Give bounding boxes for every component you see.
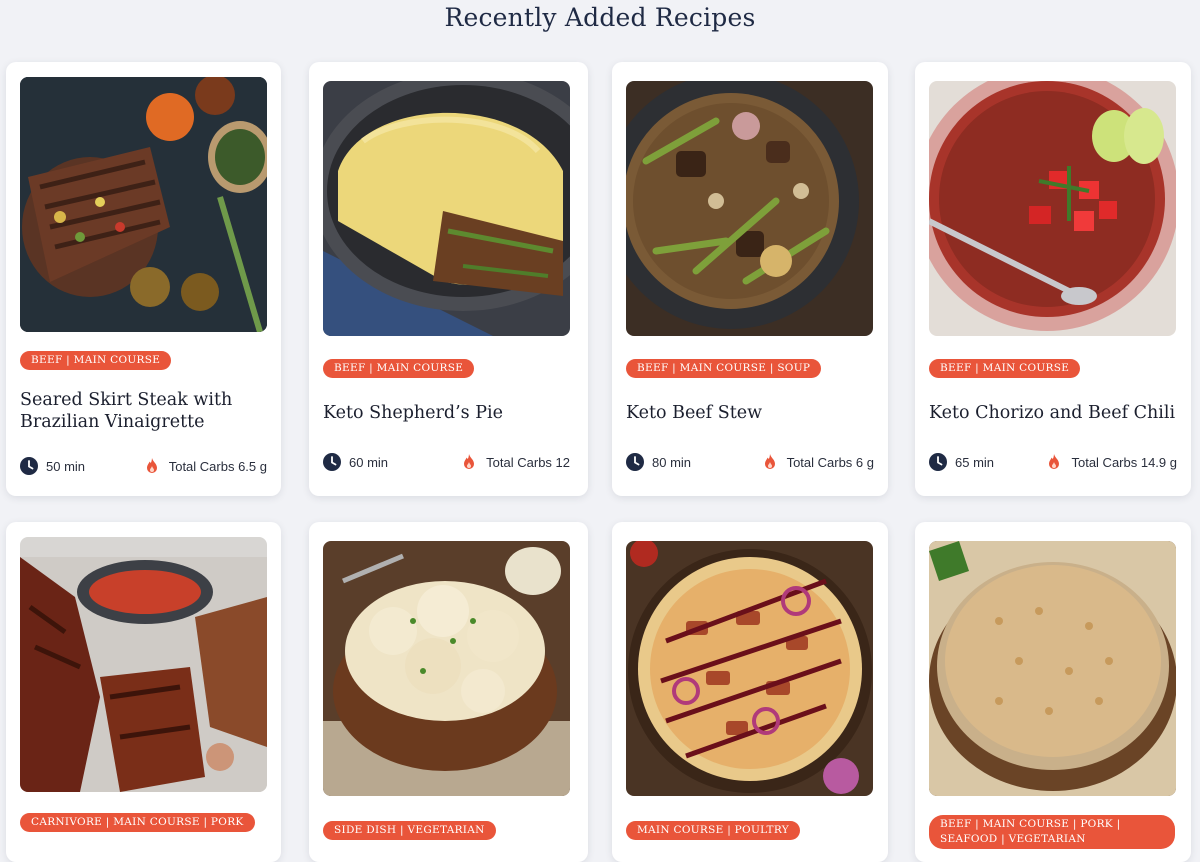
total-carbs: Total Carbs 6 g: [761, 453, 874, 471]
total-carbs: Total Carbs 6.5 g: [143, 457, 267, 475]
total-carbs: Total Carbs 14.9 g: [1045, 453, 1177, 471]
page-title: Recently Added Recipes: [444, 3, 756, 32]
cook-time: 60 min: [323, 453, 388, 471]
recipe-card[interactable]: Beef | Main Course Seared Skirt Steak wi…: [6, 62, 281, 496]
recipe-image[interactable]: [20, 77, 267, 332]
category-tags[interactable]: Beef | Main Course | Pork | Seafood | Ve…: [929, 815, 1175, 849]
cook-time: 50 min: [20, 457, 85, 475]
total-carbs-value: Total Carbs 14.9 g: [1071, 454, 1177, 470]
cook-time: 65 min: [929, 453, 994, 471]
flame-icon: [1045, 453, 1063, 471]
recipe-card[interactable]: Main Course | Poultry: [612, 522, 888, 862]
recipe-card[interactable]: Beef | Main Course | Pork | Seafood | Ve…: [915, 522, 1191, 862]
recipe-image[interactable]: [323, 81, 570, 336]
clock-icon: [323, 453, 341, 471]
clock-icon: [929, 453, 947, 471]
recipe-image[interactable]: [20, 537, 267, 792]
recipe-card[interactable]: Side Dish | Vegetarian: [309, 522, 588, 862]
category-tags[interactable]: Beef | Main Course: [929, 359, 1081, 378]
clock-icon: [626, 453, 644, 471]
recipe-image[interactable]: [929, 81, 1176, 336]
cook-time-value: 50 min: [46, 458, 86, 474]
recipe-title[interactable]: Seared Skirt Steak with Brazilian Vinaig…: [20, 389, 268, 433]
category-tags[interactable]: Beef | Main Course: [20, 351, 172, 370]
cook-time-value: 80 min: [652, 454, 692, 470]
total-carbs: Total Carbs 12: [460, 453, 570, 471]
flame-icon: [460, 453, 478, 471]
recipe-title[interactable]: Keto Shepherd’s Pie: [323, 402, 571, 424]
clock-icon: [20, 457, 38, 475]
total-carbs-value: Total Carbs 6.5 g: [168, 458, 267, 474]
recipe-title[interactable]: Keto Beef Stew: [626, 402, 874, 424]
cook-time-value: 60 min: [349, 454, 389, 470]
recipe-card[interactable]: Beef | Main Course Keto Chorizo and Beef…: [915, 62, 1191, 496]
flame-icon: [143, 457, 161, 475]
cook-time-value: 65 min: [955, 454, 995, 470]
category-tags[interactable]: Carnivore | Main Course | Pork: [20, 813, 255, 832]
recipe-image[interactable]: [626, 541, 873, 796]
category-tags[interactable]: Beef | Main Course: [323, 359, 475, 378]
recipe-card[interactable]: Beef | Main Course | Soup Keto Beef Stew…: [612, 62, 888, 496]
total-carbs-value: Total Carbs 12: [486, 454, 570, 470]
recipe-card[interactable]: Beef | Main Course Keto Shepherd’s Pie 6…: [309, 62, 588, 496]
recipe-card[interactable]: Carnivore | Main Course | Pork: [6, 522, 281, 862]
category-tags[interactable]: Main Course | Poultry: [626, 821, 800, 840]
recipe-image[interactable]: [626, 81, 873, 336]
category-tags[interactable]: Side Dish | Vegetarian: [323, 821, 496, 840]
flame-icon: [761, 453, 779, 471]
cook-time: 80 min: [626, 453, 691, 471]
recipe-image[interactable]: [323, 541, 570, 796]
recipe-title[interactable]: Keto Chorizo and Beef Chili: [929, 402, 1177, 424]
category-tags[interactable]: Beef | Main Course | Soup: [626, 359, 822, 378]
total-carbs-value: Total Carbs 6 g: [786, 454, 874, 470]
recipe-image[interactable]: [929, 541, 1176, 796]
